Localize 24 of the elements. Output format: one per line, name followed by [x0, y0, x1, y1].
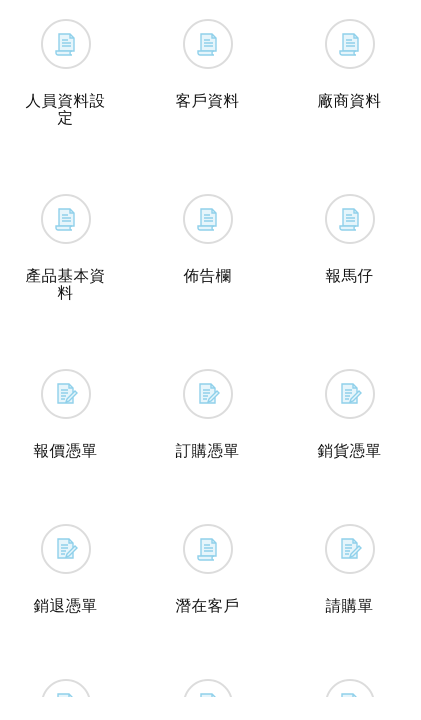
menu-label[interactable]: 請購單 — [304, 598, 394, 615]
menu-tile-button[interactable] — [182, 19, 232, 69]
menu-label[interactable]: 銷退憑單 — [20, 598, 110, 615]
menu-label[interactable]: 訂購憑單 — [162, 443, 252, 460]
menu-label[interactable]: 佈告欄 — [162, 268, 252, 285]
menu-tile-button[interactable] — [324, 524, 374, 574]
menu-tile-button[interactable] — [324, 194, 374, 244]
menu-tile-button[interactable] — [182, 194, 232, 244]
menu-label[interactable]: 客戶資料 — [162, 93, 252, 110]
menu-label[interactable]: 潛在客戶 — [162, 598, 252, 615]
menu-label[interactable]: 銷貨憑單 — [304, 443, 394, 460]
menu-label[interactable]: 報馬仔 — [304, 268, 394, 285]
menu-label[interactable]: 報價憑單 — [20, 443, 110, 460]
menu-tile-button[interactable] — [40, 194, 90, 244]
menu-tile-button[interactable] — [40, 369, 90, 419]
menu-tile-button[interactable] — [40, 19, 90, 69]
menu-label[interactable]: 人員資料設定 — [20, 93, 110, 127]
menu-tile-button[interactable] — [324, 19, 374, 69]
menu-tile-button[interactable] — [182, 524, 232, 574]
menu-tile-button[interactable] — [40, 524, 90, 574]
menu-tile-button[interactable] — [324, 369, 374, 419]
menu-label[interactable]: 廠商資料 — [304, 93, 394, 110]
menu-tile-button[interactable] — [182, 369, 232, 419]
menu-label[interactable]: 產品基本資料 — [20, 268, 110, 302]
